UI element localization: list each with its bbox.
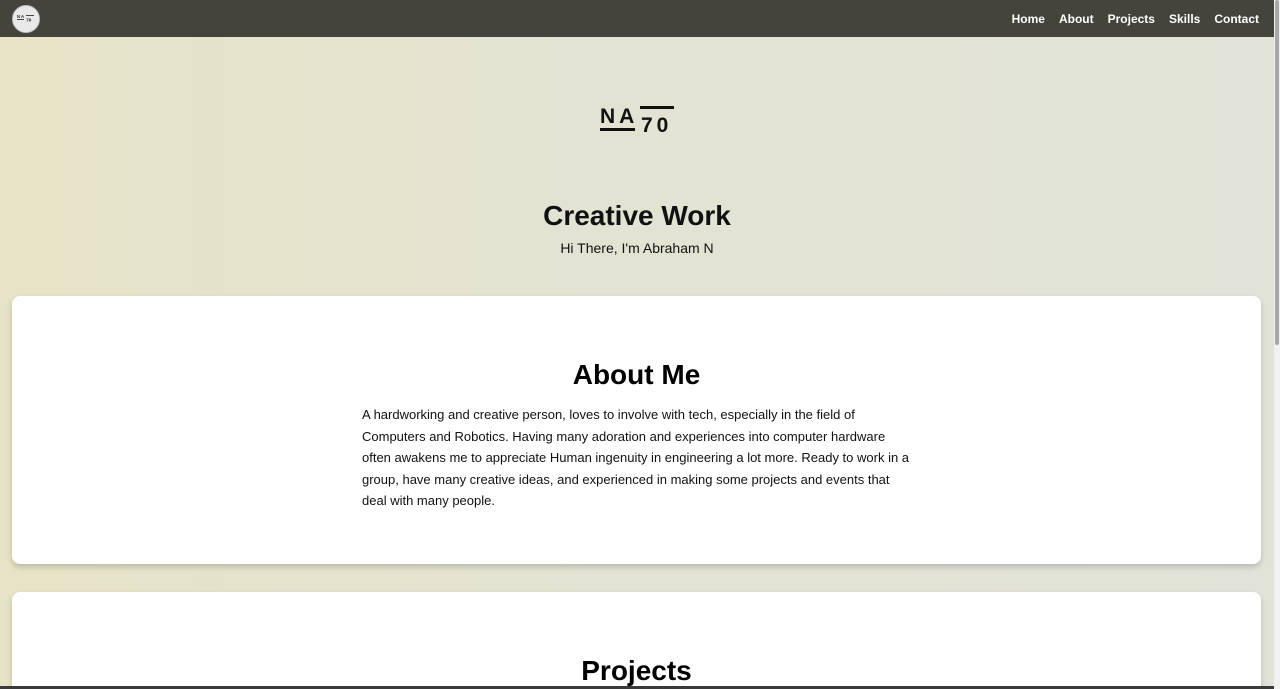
main-nav: Home About Projects Skills Contact <box>1012 12 1262 26</box>
about-section: About Me A hardworking and creative pers… <box>12 296 1261 564</box>
svg-text:70: 70 <box>26 17 32 22</box>
scrollbar-thumb[interactable] <box>1275 0 1279 345</box>
nav-projects[interactable]: Projects <box>1108 12 1155 26</box>
projects-heading: Projects <box>581 655 692 686</box>
nav-home[interactable]: Home <box>1012 12 1045 26</box>
site-logo-button[interactable]: N A 70 <box>12 4 40 33</box>
about-heading: About Me <box>572 359 701 390</box>
na70-hero-logo-icon: NA 70 <box>600 105 674 135</box>
svg-text:70: 70 <box>641 114 672 135</box>
page-scrollbar[interactable] <box>1274 0 1280 689</box>
about-text: A hardworking and creative person, loves… <box>362 407 910 508</box>
nav-about[interactable]: About <box>1059 12 1094 26</box>
na70-logo-icon: N A 70 <box>17 14 34 22</box>
nav-contact[interactable]: Contact <box>1214 12 1259 26</box>
svg-text:NA: NA <box>600 105 638 128</box>
svg-text:N A: N A <box>17 14 24 19</box>
projects-section: Projects <box>12 592 1261 689</box>
hero-title: Creative Work <box>543 200 731 231</box>
nav-skills[interactable]: Skills <box>1169 12 1200 26</box>
top-navbar: N A 70 Home About Projects Skills Contac… <box>0 0 1274 37</box>
hero-subtitle: Hi There, I'm Abraham N <box>560 240 714 256</box>
